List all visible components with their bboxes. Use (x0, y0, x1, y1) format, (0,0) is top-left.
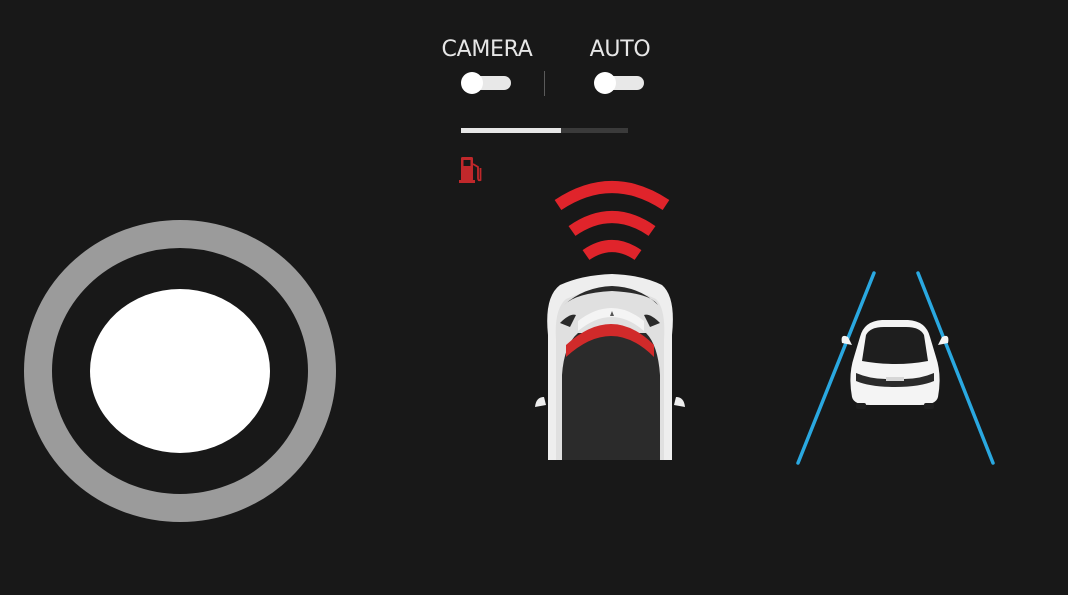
auto-toggle-group: AUTO (583, 37, 657, 94)
camera-toggle-group: CAMERA (437, 37, 537, 94)
proximity-signal-icon (554, 181, 670, 261)
parking-assist-screen: CAMERA AUTO (0, 0, 1068, 595)
auto-toggle-switch[interactable] (594, 72, 644, 94)
auto-toggle-label: AUTO (589, 37, 651, 62)
joystick-knob[interactable] (90, 289, 270, 453)
auto-toggle-knob[interactable] (594, 72, 616, 94)
camera-toggle-label: CAMERA (441, 37, 533, 62)
car-top-view-icon (535, 181, 685, 460)
camera-toggle-knob[interactable] (461, 72, 483, 94)
car-rear-view-icon (796, 271, 995, 465)
progress-bar-fill (461, 128, 562, 133)
fuel-pump-icon (459, 157, 482, 183)
joystick-control[interactable] (24, 220, 336, 522)
toggle-divider (544, 71, 545, 96)
camera-toggle-switch[interactable] (461, 72, 511, 94)
progress-bar (461, 128, 628, 133)
